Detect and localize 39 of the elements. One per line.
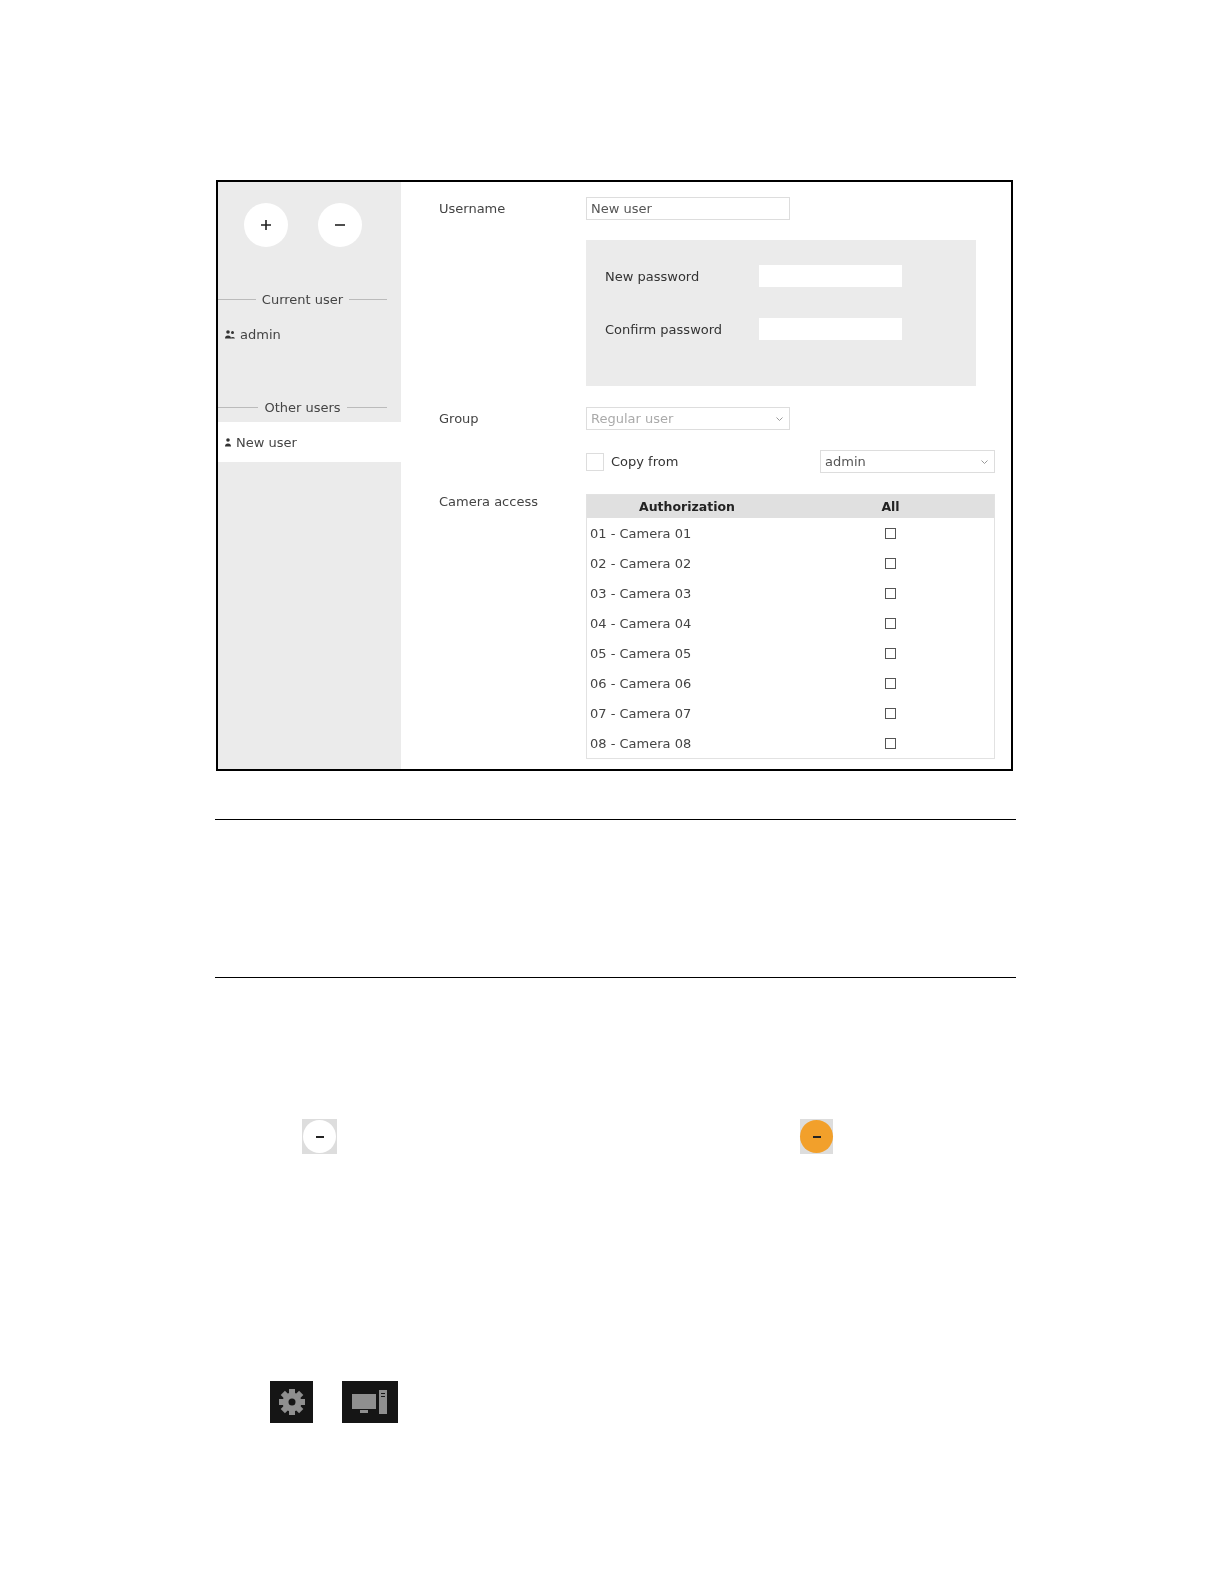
column-header: Authorization [639, 499, 735, 514]
users-icon [225, 329, 235, 339]
table-cell-text: 02 - Camera 02 [589, 555, 693, 571]
minus-icon [812, 1135, 821, 1138]
section-header: Current user [261, 291, 344, 307]
checkbox[interactable] [885, 617, 896, 629]
table-cell-text: 01 - Camera 01 [589, 525, 693, 541]
copy-from-dropdown[interactable]: admin [820, 450, 995, 473]
username-field[interactable]: New user [586, 197, 790, 220]
user-icon [225, 437, 231, 447]
checkbox[interactable] [885, 737, 896, 749]
chevron-down-icon [776, 416, 783, 421]
field-label: New password [605, 268, 701, 284]
gear-icon [277, 1388, 306, 1416]
field-label: Camera access [439, 494, 538, 509]
checkbox[interactable] [885, 707, 896, 719]
chevron-down-icon [981, 459, 988, 464]
checkbox-label: Copy from [611, 454, 679, 469]
checkbox[interactable] [885, 677, 896, 689]
field-label: Username [439, 201, 506, 216]
table-cell-text: 08 - Camera 08 [589, 735, 693, 751]
computer-icon [352, 1390, 388, 1414]
user-item[interactable]: admin [218, 323, 401, 345]
checkbox[interactable] [885, 647, 896, 659]
table-cell-text: 07 - Camera 07 [589, 705, 693, 721]
table-cell-text: 05 - Camera 05 [589, 645, 693, 661]
plus-icon [260, 219, 272, 231]
table-cell-text: 04 - Camera 04 [589, 615, 693, 631]
table-cell-text: 03 - Camera 03 [589, 585, 693, 601]
checkbox[interactable] [885, 557, 896, 569]
checkbox[interactable] [885, 527, 896, 539]
field-label: Confirm password [605, 321, 724, 337]
minus-icon [315, 1135, 324, 1138]
user-item[interactable]: New user [218, 422, 401, 462]
section-header: Other users [264, 399, 341, 415]
field-label: Group [439, 411, 479, 426]
column-header: All [881, 499, 900, 514]
checkbox[interactable] [885, 587, 896, 599]
table-cell-text: 06 - Camera 06 [589, 675, 693, 691]
